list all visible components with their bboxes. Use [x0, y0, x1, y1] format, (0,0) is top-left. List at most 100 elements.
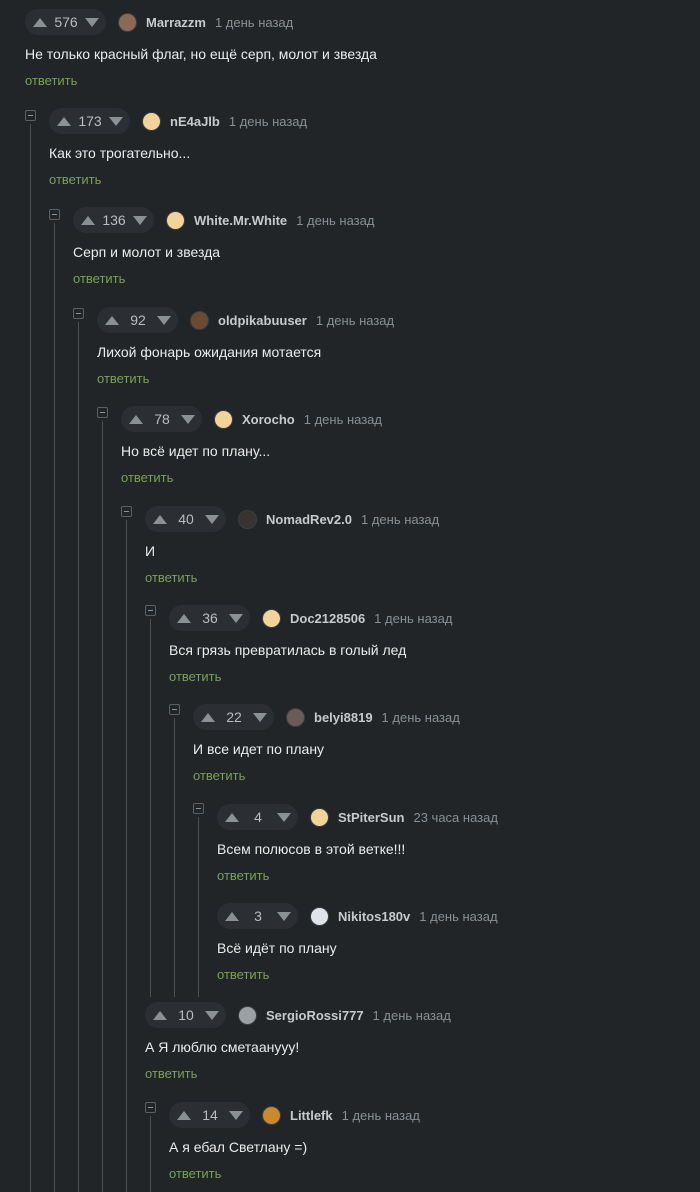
upvote-icon[interactable] [177, 613, 191, 623]
comment-header: 92 oldpikabuuser 1 день назад [97, 307, 394, 333]
avatar[interactable] [166, 210, 185, 230]
vote-widget: 4 [217, 804, 298, 830]
avatar[interactable] [238, 1005, 257, 1025]
avatar[interactable] [286, 707, 305, 727]
collapse-toggle[interactable] [73, 308, 84, 319]
collapse-toggle[interactable] [193, 803, 204, 814]
downvote-icon[interactable] [277, 911, 291, 921]
comment-header: 173 nE4aJlb 1 день назад [49, 108, 307, 134]
upvote-icon[interactable] [153, 1010, 167, 1020]
collapse-toggle[interactable] [25, 110, 36, 121]
comment-username[interactable]: StPiterSun [338, 810, 404, 825]
avatar[interactable] [190, 310, 209, 330]
downvote-icon[interactable] [229, 1110, 243, 1120]
comment-username[interactable]: Marrazzm [146, 15, 206, 30]
comment-score: 14 [202, 1107, 218, 1123]
avatar[interactable] [262, 608, 281, 628]
comment-time[interactable]: 1 день назад [419, 909, 497, 924]
comment-time[interactable]: 1 день назад [361, 512, 439, 527]
avatar[interactable] [310, 906, 329, 926]
avatar[interactable] [262, 1105, 281, 1125]
comment-score: 576 [54, 14, 78, 30]
comment-username[interactable]: Doc2128506 [290, 611, 365, 626]
comment-time[interactable]: 1 день назад [304, 412, 382, 427]
comment-username[interactable]: nE4aJlb [170, 114, 220, 129]
comment-time[interactable]: 1 день назад [342, 1108, 420, 1123]
collapse-toggle[interactable] [97, 407, 108, 418]
comment-text: Всё идёт по плану [217, 940, 337, 956]
comment-username[interactable]: belyi8819 [314, 710, 373, 725]
comment-time[interactable]: 1 день назад [296, 213, 374, 228]
comment-username[interactable]: SergioRossi777 [266, 1008, 364, 1023]
reply-link[interactable]: ответить [97, 371, 149, 386]
comment-time[interactable]: 1 день назад [382, 710, 460, 725]
comment: 3 Nikitos180v 1 день назад Всё идёт по п… [217, 903, 498, 982]
downvote-icon[interactable] [85, 17, 99, 27]
downvote-icon[interactable] [253, 712, 267, 722]
comment-time[interactable]: 1 день назад [229, 114, 307, 129]
comment-text: А Я люблю сметаанууу! [145, 1039, 300, 1055]
avatar[interactable] [214, 409, 233, 429]
comment: 10 SergioRossi777 1 день назад А Я люблю… [145, 1002, 451, 1081]
avatar[interactable] [310, 807, 329, 827]
collapse-toggle[interactable] [145, 1102, 156, 1113]
upvote-icon[interactable] [33, 17, 47, 27]
comment-username[interactable]: NomadRev2.0 [266, 512, 352, 527]
comment-time[interactable]: 23 часа назад [413, 810, 497, 825]
comment-score: 10 [178, 1007, 194, 1023]
upvote-icon[interactable] [225, 911, 239, 921]
comment-username[interactable]: Littlefk [290, 1108, 333, 1123]
comment: 92 oldpikabuuser 1 день назад Лихой фона… [97, 307, 394, 386]
comment: 576 Marrazzm 1 день назад Не только крас… [25, 9, 377, 88]
downvote-icon[interactable] [229, 613, 243, 623]
comment-username[interactable]: oldpikabuuser [218, 313, 307, 328]
comment-time[interactable]: 1 день назад [374, 611, 452, 626]
comment-time[interactable]: 1 день назад [373, 1008, 451, 1023]
thread-line [30, 124, 31, 1192]
reply-link[interactable]: ответить [193, 768, 245, 783]
reply-link[interactable]: ответить [145, 570, 197, 585]
downvote-icon[interactable] [181, 414, 195, 424]
upvote-icon[interactable] [81, 215, 95, 225]
upvote-icon[interactable] [201, 712, 215, 722]
downvote-icon[interactable] [109, 116, 123, 126]
comment-username[interactable]: Xorocho [242, 412, 295, 427]
upvote-icon[interactable] [105, 315, 119, 325]
upvote-icon[interactable] [177, 1110, 191, 1120]
reply-link[interactable]: ответить [25, 73, 77, 88]
comment-text: Как это трогательно... [49, 145, 191, 161]
collapse-toggle[interactable] [121, 506, 132, 517]
comment-username[interactable]: White.Mr.White [194, 213, 287, 228]
reply-link[interactable]: ответить [49, 172, 101, 187]
upvote-icon[interactable] [129, 414, 143, 424]
reply-link[interactable]: ответить [73, 271, 125, 286]
downvote-icon[interactable] [205, 514, 219, 524]
downvote-icon[interactable] [157, 315, 171, 325]
reply-link[interactable]: ответить [169, 1166, 221, 1181]
reply-link[interactable]: ответить [169, 669, 221, 684]
comment-username[interactable]: Nikitos180v [338, 909, 410, 924]
avatar[interactable] [238, 509, 257, 529]
downvote-icon[interactable] [133, 215, 147, 225]
comment-text: Вся грязь превратилась в голый лед [169, 642, 407, 658]
comment-header: 40 NomadRev2.0 1 день назад [145, 506, 439, 532]
comment-time[interactable]: 1 день назад [316, 313, 394, 328]
reply-link[interactable]: ответить [121, 470, 173, 485]
upvote-icon[interactable] [153, 514, 167, 524]
collapse-toggle[interactable] [49, 209, 60, 220]
comment-score: 92 [130, 312, 146, 328]
reply-link[interactable]: ответить [145, 1066, 197, 1081]
downvote-icon[interactable] [205, 1010, 219, 1020]
collapse-toggle[interactable] [145, 605, 156, 616]
reply-link[interactable]: ответить [217, 967, 269, 982]
upvote-icon[interactable] [57, 116, 71, 126]
upvote-icon[interactable] [225, 812, 239, 822]
downvote-icon[interactable] [277, 812, 291, 822]
reply-link[interactable]: ответить [217, 868, 269, 883]
comment-header: 10 SergioRossi777 1 день назад [145, 1002, 451, 1028]
thread-line [126, 520, 127, 1192]
collapse-toggle[interactable] [169, 704, 180, 715]
avatar[interactable] [142, 111, 161, 131]
comment-time[interactable]: 1 день назад [215, 15, 293, 30]
avatar[interactable] [118, 12, 137, 32]
